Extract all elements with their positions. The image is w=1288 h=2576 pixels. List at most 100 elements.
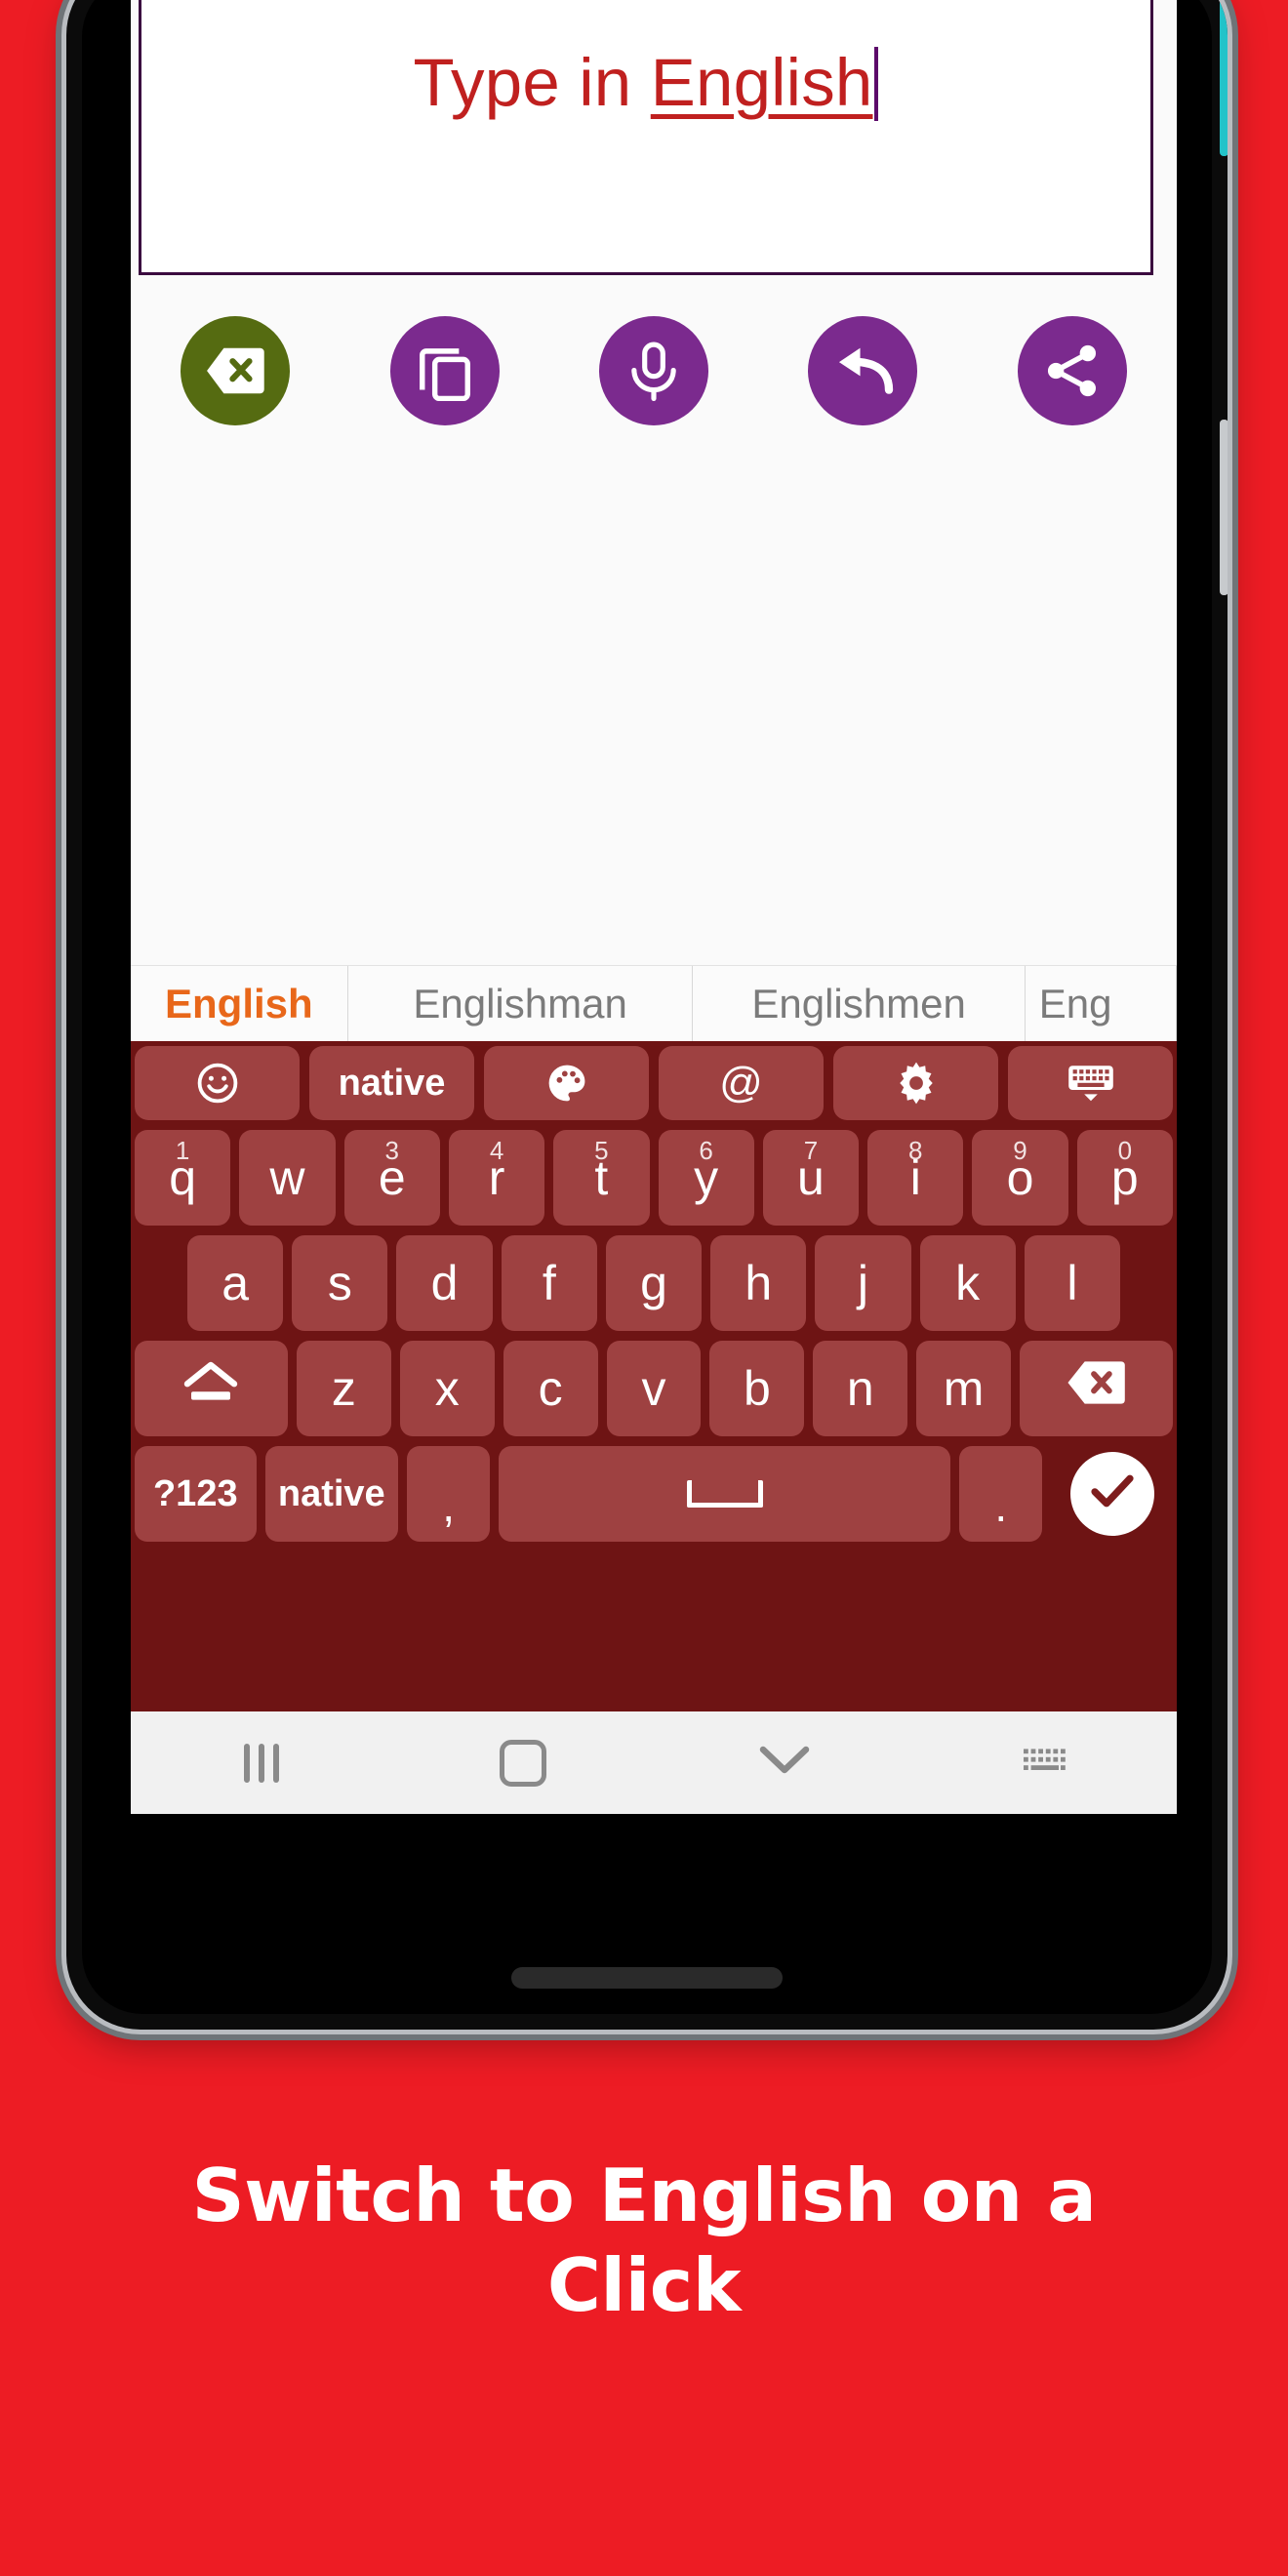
keyboard-icon — [1021, 1743, 1071, 1783]
key-p[interactable]: 0p — [1076, 1130, 1173, 1226]
virtual-keyboard: native @ 1 q w 3 e 4 r 5 t 6 y 7 u 8 i 9… — [131, 1041, 1177, 1711]
power-button[interactable] — [1220, 420, 1228, 595]
keyboard-row-3: z x c v b n m — [135, 1341, 1173, 1436]
keyboard-hide-key[interactable] — [1008, 1046, 1173, 1120]
suggestion-item-0[interactable]: English — [131, 966, 348, 1041]
undo-icon — [831, 344, 894, 397]
input-prefix-text: Type in — [413, 45, 651, 120]
chevron-down-icon — [758, 1744, 811, 1782]
copy-button[interactable] — [389, 316, 500, 425]
key-b[interactable]: b — [709, 1341, 805, 1436]
microphone-icon — [625, 341, 682, 401]
suggestion-strip: English Englishman Englishmen Eng — [131, 965, 1177, 1041]
key-w-label: w — [269, 1150, 305, 1205]
enter-button-circle — [1069, 1452, 1154, 1536]
key-t[interactable]: 5t — [553, 1130, 650, 1226]
key-v[interactable]: v — [606, 1341, 702, 1436]
theme-palette-key[interactable] — [484, 1046, 649, 1120]
back-button[interactable] — [654, 1744, 915, 1782]
palette-icon — [545, 1062, 588, 1105]
key-i[interactable]: 8i — [867, 1130, 964, 1226]
spacebar-icon — [686, 1480, 763, 1508]
promo-screenshot: Type in English English Englishman Engli… — [0, 0, 1288, 2576]
english-input-field[interactable]: Type in English — [139, 0, 1153, 275]
key-e[interactable]: 3e — [343, 1130, 440, 1226]
gear-icon — [894, 1061, 939, 1106]
backspace-key[interactable] — [1020, 1341, 1173, 1436]
shift-icon — [181, 1359, 240, 1418]
suggestion-item-2[interactable]: Englishmen — [693, 966, 1026, 1041]
key-r[interactable]: 4r — [448, 1130, 545, 1226]
app-screen: Type in English English Englishman Engli… — [131, 0, 1177, 1814]
enter-key[interactable] — [1051, 1446, 1173, 1542]
key-s[interactable]: s — [292, 1235, 388, 1331]
key-w[interactable]: w — [239, 1130, 336, 1226]
speaker-slot — [511, 1967, 783, 1989]
key-k[interactable]: k — [919, 1235, 1016, 1331]
keyboard-function-row: native @ — [135, 1046, 1173, 1120]
key-h[interactable]: h — [710, 1235, 807, 1331]
recents-button[interactable] — [131, 1743, 392, 1783]
key-q-number: 1 — [175, 1136, 190, 1165]
period-key[interactable]: . — [959, 1446, 1043, 1542]
recents-icon — [244, 1743, 279, 1783]
keyboard-row-1: 1q w 3e 4r 5t 6y 7u 8i 9o 0p — [135, 1130, 1173, 1226]
symbols-key[interactable]: ?123 — [135, 1446, 257, 1542]
space-key[interactable] — [499, 1446, 951, 1542]
undo-button[interactable] — [808, 316, 918, 425]
key-u[interactable]: 7u — [762, 1130, 860, 1226]
home-button[interactable] — [392, 1739, 654, 1787]
key-o-number: 9 — [1013, 1136, 1027, 1165]
language-switch-key[interactable]: native — [264, 1446, 398, 1542]
key-r-number: 4 — [489, 1136, 504, 1165]
check-icon — [1089, 1466, 1136, 1522]
key-y-number: 6 — [699, 1136, 713, 1165]
key-q[interactable]: 1q — [135, 1130, 231, 1226]
key-e-number: 3 — [384, 1136, 399, 1165]
backspace-icon — [1066, 1358, 1128, 1419]
key-t-number: 5 — [594, 1136, 609, 1165]
language-native-key[interactable]: native — [309, 1046, 474, 1120]
key-z[interactable]: z — [296, 1341, 391, 1436]
key-d[interactable]: d — [396, 1235, 493, 1331]
key-u-number: 7 — [803, 1136, 819, 1165]
comma-key[interactable]: , — [406, 1446, 491, 1542]
key-g[interactable]: g — [605, 1235, 703, 1331]
phone-screen-bezel: Type in English English Englishman Engli… — [82, 0, 1212, 2014]
home-icon — [500, 1739, 546, 1787]
settings-key[interactable] — [833, 1046, 998, 1120]
phone-device-frame: Type in English English Englishman Engli… — [66, 0, 1228, 2030]
share-button[interactable] — [1017, 316, 1127, 425]
key-p-number: 0 — [1117, 1136, 1133, 1165]
keyboard-switch-button[interactable] — [915, 1743, 1177, 1783]
key-x[interactable]: x — [399, 1341, 495, 1436]
key-f[interactable]: f — [501, 1235, 597, 1331]
backspace-button[interactable] — [181, 316, 291, 425]
input-field-text: Type in English — [141, 44, 1150, 121]
keyboard-row-4: ?123 native , . — [135, 1446, 1173, 1542]
key-i-number: 8 — [908, 1136, 923, 1165]
key-y[interactable]: 6y — [658, 1130, 754, 1226]
key-c[interactable]: c — [503, 1341, 598, 1436]
keyboard-hide-icon — [1066, 1063, 1116, 1104]
microphone-button[interactable] — [598, 316, 708, 425]
key-m[interactable]: m — [916, 1341, 1012, 1436]
suggestion-item-1[interactable]: Englishman — [348, 966, 694, 1041]
action-toolbar — [131, 316, 1177, 425]
key-j[interactable]: j — [815, 1235, 911, 1331]
input-underlined-word: English — [650, 45, 873, 120]
shift-key[interactable] — [135, 1341, 288, 1436]
share-icon — [1044, 342, 1101, 399]
android-navigation-bar — [131, 1711, 1177, 1814]
key-l[interactable]: l — [1024, 1235, 1120, 1331]
suggestion-item-3[interactable]: Eng — [1026, 966, 1177, 1041]
key-n[interactable]: n — [813, 1341, 908, 1436]
volume-button[interactable] — [1220, 0, 1228, 156]
promo-caption: Switch to English on a Click — [191, 2153, 1097, 2328]
emoji-key[interactable] — [135, 1046, 300, 1120]
key-a[interactable]: a — [187, 1235, 284, 1331]
text-caret — [874, 47, 879, 121]
at-symbol-key[interactable]: @ — [659, 1046, 824, 1120]
copy-icon — [415, 341, 475, 401]
key-o[interactable]: 9o — [972, 1130, 1068, 1226]
